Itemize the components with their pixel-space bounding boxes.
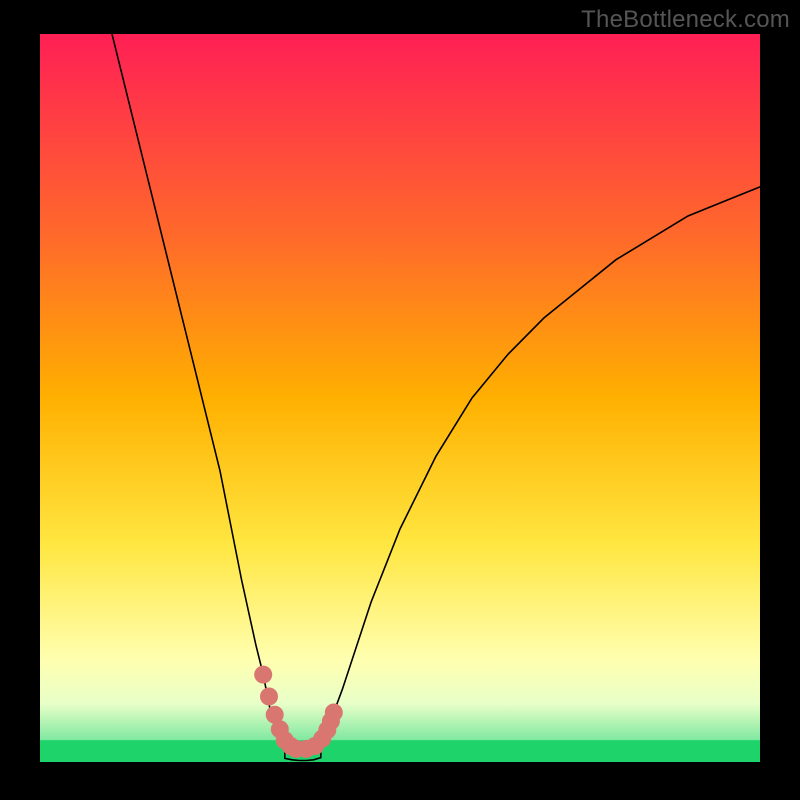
marker-dot bbox=[260, 688, 278, 706]
green-band bbox=[40, 740, 760, 762]
plot-area bbox=[40, 34, 760, 762]
marker-dot bbox=[254, 666, 272, 684]
chart-stage: TheBottleneck.com bbox=[0, 0, 800, 800]
marker-dot bbox=[325, 704, 343, 722]
plot-svg bbox=[40, 34, 760, 762]
gradient-background bbox=[40, 34, 760, 762]
watermark-text: TheBottleneck.com bbox=[581, 6, 790, 34]
